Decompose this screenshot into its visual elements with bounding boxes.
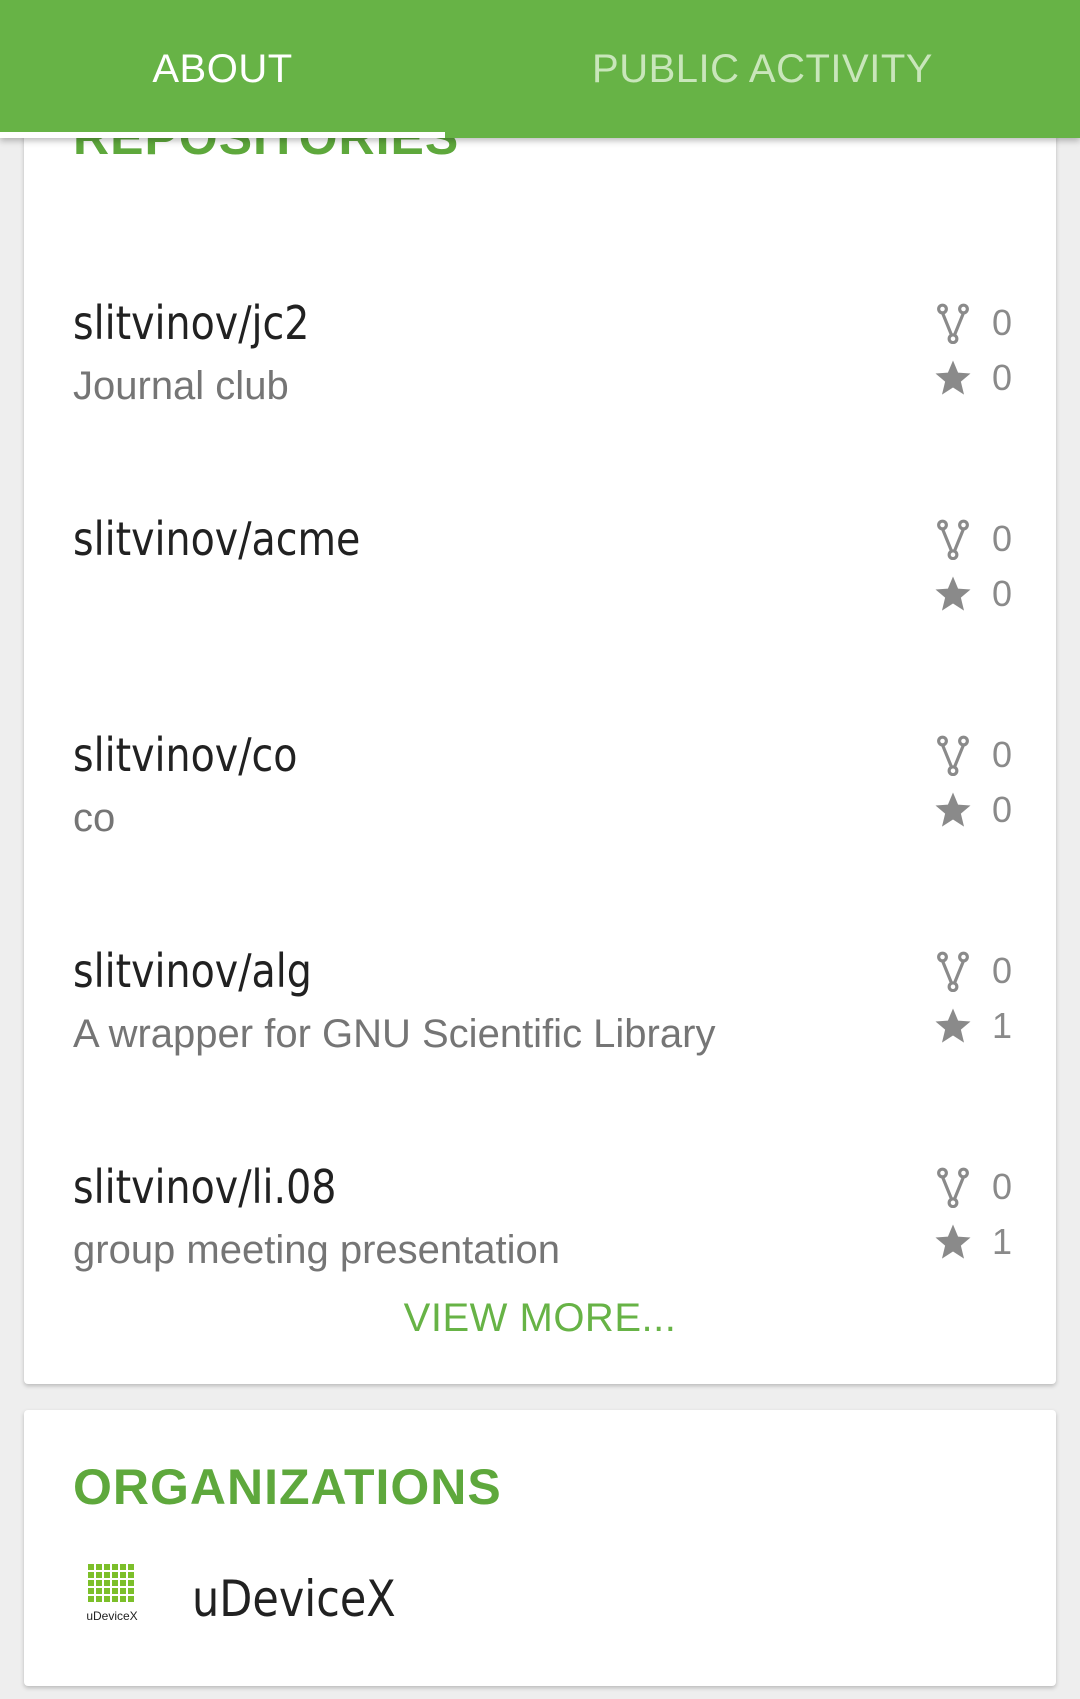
repo-description: group meeting presentation [73,1228,560,1272]
fork-count: 0 [932,300,1012,346]
star-count: 0 [932,787,1012,833]
fork-count: 0 [932,1164,1012,1210]
udevicex-logo: uDeviceX [86,1564,138,1623]
tab-about[interactable]: ABOUT [0,0,445,138]
tab-public-activity[interactable]: PUBLIC ACTIVITY [445,0,1080,138]
star-count-value: 1 [992,1005,1013,1046]
repo-item[interactable]: slitvinov/li.08 group meeting presentati… [24,1104,1056,1304]
star-count-value: 1 [992,1221,1013,1262]
star-icon [935,576,971,611]
repo-description: Journal club [73,364,289,408]
repo-description: A wrapper for GNU Scientific Library [73,1012,716,1056]
star-count: 1 [932,1003,1012,1049]
organization-name: uDeviceX [192,1570,396,1628]
star-icon [935,792,971,827]
organizations-card: ORGANIZATIONS uDeviceX uDeviceX [24,1410,1056,1686]
repo-name: slitvinov/acme [73,512,361,566]
star-icon [935,360,971,395]
repo-name: slitvinov/alg [73,944,312,998]
fork-count-value: 0 [992,1166,1013,1207]
view-more-button[interactable]: VIEW MORE... [24,1296,1056,1341]
fork-icon [937,1167,969,1208]
star-count: 0 [932,355,1012,401]
repositories-card: REPOSITORIES slitvinov/jc2 Journal club … [24,60,1056,1384]
organization-item[interactable]: uDeviceX uDeviceX [24,1560,1056,1670]
fork-count: 0 [932,516,1012,562]
fork-count-value: 0 [992,518,1013,559]
udevicex-logo-text: uDeviceX [86,1609,137,1623]
repo-item[interactable]: slitvinov/co co 0 0 [24,672,1056,872]
star-count-value: 0 [992,573,1013,614]
repo-name: slitvinov/co [73,728,298,782]
repo-description: co [73,796,116,840]
repo-item[interactable]: slitvinov/alg A wrapper for GNU Scientif… [24,888,1056,1088]
fork-icon [937,519,969,560]
repo-item[interactable]: slitvinov/acme 0 0 [24,456,1056,656]
star-count-value: 0 [992,357,1013,398]
fork-count-value: 0 [992,302,1013,343]
fork-icon [937,951,969,992]
fork-count: 0 [932,948,1012,994]
repo-name: slitvinov/li.08 [73,1160,337,1214]
tab-bar: ABOUT PUBLIC ACTIVITY [0,0,1080,138]
star-count-value: 0 [992,789,1013,830]
organizations-title: ORGANIZATIONS [73,1459,502,1515]
fork-count: 0 [932,732,1012,778]
fork-count-value: 0 [992,950,1013,991]
star-icon [935,1224,971,1259]
star-count: 1 [932,1219,1012,1265]
fork-icon [937,303,969,344]
active-tab-indicator [0,132,445,138]
repo-item[interactable]: slitvinov/jc2 Journal club 0 0 [24,240,1056,440]
star-count: 0 [932,571,1012,617]
fork-count-value: 0 [992,734,1013,775]
fork-icon [937,735,969,776]
star-icon [935,1008,971,1043]
repo-name: slitvinov/jc2 [73,296,310,350]
